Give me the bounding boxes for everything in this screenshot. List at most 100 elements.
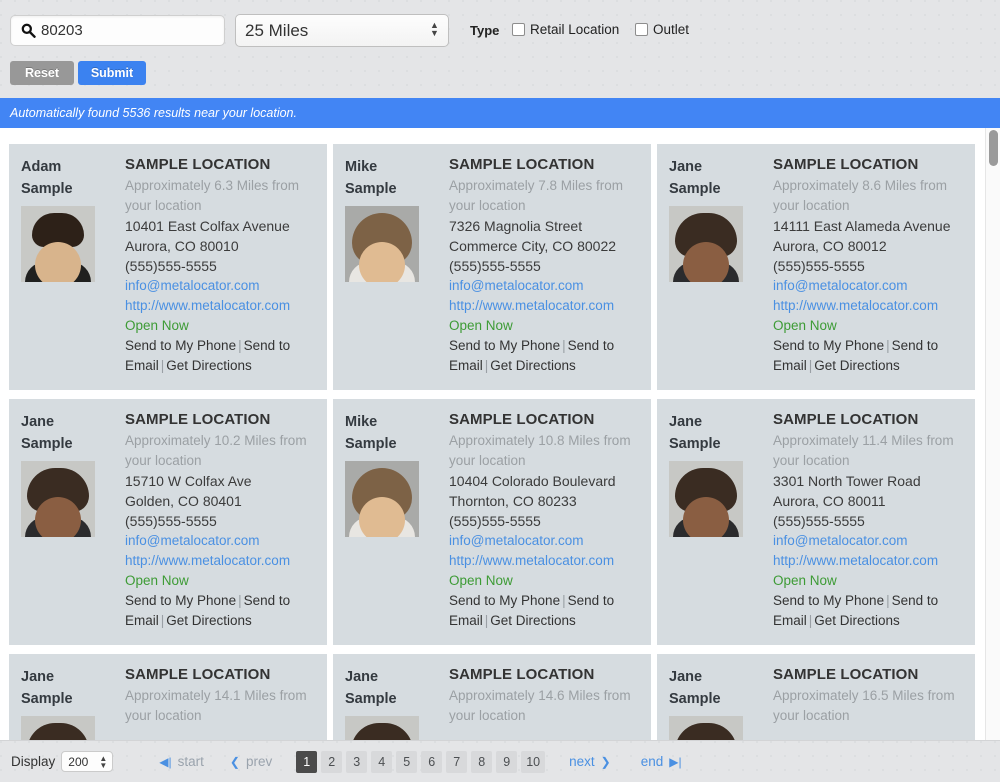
website-link[interactable]: http://www.metalocator.com xyxy=(125,551,317,571)
pagination-page-4[interactable]: 4 xyxy=(371,751,392,773)
result-card[interactable]: JaneSampleSAMPLE LOCATIONApproximately 1… xyxy=(9,399,327,645)
get-directions-link[interactable]: Get Directions xyxy=(814,358,900,373)
result-card[interactable]: JaneSampleSAMPLE LOCATIONApproximately 1… xyxy=(333,654,651,740)
email-link[interactable]: info@metalocator.com xyxy=(773,276,965,296)
avatar xyxy=(21,716,95,740)
address-line-1: 14111 East Alameda Avenue xyxy=(773,216,965,236)
send-to-phone-link[interactable]: Send to My Phone xyxy=(449,338,560,353)
display-count-wrapper[interactable]: 200 ▲▼ xyxy=(55,751,113,772)
result-card[interactable]: MikeSampleSAMPLE LOCATIONApproximately 1… xyxy=(333,399,651,645)
phone-number[interactable]: (555)555-5555 xyxy=(125,256,317,276)
card-actions: Send to My Phone|Send to Email|Get Direc… xyxy=(449,336,641,376)
contact-surname: Sample xyxy=(345,688,443,710)
result-card[interactable]: MikeSampleSAMPLE LOCATIONApproximately 7… xyxy=(333,144,651,390)
send-to-phone-link[interactable]: Send to My Phone xyxy=(773,593,884,608)
submit-button[interactable]: Submit xyxy=(78,61,146,85)
phone-number[interactable]: (555)555-5555 xyxy=(125,511,317,531)
pagination-end-label: end xyxy=(641,754,664,769)
pagination-next-link[interactable]: next ❯ xyxy=(569,754,611,769)
checkbox-box-icon[interactable] xyxy=(512,23,525,36)
card-identity: MikeSample xyxy=(345,411,443,631)
result-card[interactable]: JaneSampleSAMPLE LOCATIONApproximately 1… xyxy=(9,654,327,740)
card-details: SAMPLE LOCATION Approximately 14.1 Miles … xyxy=(119,666,317,726)
address-line-2: Aurora, CO 80011 xyxy=(773,491,965,511)
card-details: SAMPLE LOCATIONApproximately 8.6 Miles f… xyxy=(767,156,965,376)
pagination-page-9[interactable]: 9 xyxy=(496,751,517,773)
email-link[interactable]: info@metalocator.com xyxy=(125,276,317,296)
pagination-page-5[interactable]: 5 xyxy=(396,751,417,773)
avatar xyxy=(345,206,419,282)
pagination-page-1[interactable]: 1 xyxy=(296,751,317,773)
card-actions: Send to My Phone|Send to Email|Get Direc… xyxy=(125,591,317,631)
search-input-wrapper[interactable] xyxy=(10,15,225,46)
pagination-start-link[interactable]: ◀| start xyxy=(159,754,204,769)
result-card[interactable]: JaneSampleSAMPLE LOCATIONApproximately 8… xyxy=(657,144,975,390)
send-to-phone-link[interactable]: Send to My Phone xyxy=(773,338,884,353)
website-link[interactable]: http://www.metalocator.com xyxy=(449,296,641,316)
pagination-page-3[interactable]: 3 xyxy=(346,751,367,773)
email-link[interactable]: info@metalocator.com xyxy=(125,531,317,551)
location-distance: Approximately 16.5 Miles from your locat… xyxy=(773,686,965,726)
location-title: SAMPLE LOCATION xyxy=(125,666,317,683)
checkbox-outlet[interactable]: Outlet xyxy=(635,22,689,37)
results-panel: AdamSampleSAMPLE LOCATIONApproximately 6… xyxy=(0,128,1000,740)
display-count-select[interactable]: 200 xyxy=(61,751,113,772)
radius-select[interactable]: 25 Miles xyxy=(235,14,449,47)
email-link[interactable]: info@metalocator.com xyxy=(773,531,965,551)
pagination-end-link[interactable]: end ▶| xyxy=(641,754,682,769)
results-scrollbar[interactable] xyxy=(985,128,1000,740)
contact-surname: Sample xyxy=(669,433,767,455)
card-actions: Send to My Phone|Send to Email|Get Direc… xyxy=(773,591,965,631)
search-input[interactable] xyxy=(41,22,211,39)
get-directions-link[interactable]: Get Directions xyxy=(166,358,252,373)
open-status: Open Now xyxy=(773,571,965,591)
checkbox-retail-location[interactable]: Retail Location xyxy=(512,22,619,37)
email-link[interactable]: info@metalocator.com xyxy=(449,531,641,551)
card-identity: JaneSample xyxy=(669,156,767,376)
results-count-text: Automatically found 5536 results near yo… xyxy=(10,106,297,120)
pagination-page-10[interactable]: 10 xyxy=(521,751,545,773)
pagination-prev-link[interactable]: ❮ prev xyxy=(230,754,272,769)
get-directions-link[interactable]: Get Directions xyxy=(166,613,252,628)
address-line-1: 3301 North Tower Road xyxy=(773,471,965,491)
get-directions-link[interactable]: Get Directions xyxy=(490,358,576,373)
pagination-page-6[interactable]: 6 xyxy=(421,751,442,773)
pagination-page-8[interactable]: 8 xyxy=(471,751,492,773)
email-link[interactable]: info@metalocator.com xyxy=(449,276,641,296)
website-link[interactable]: http://www.metalocator.com xyxy=(773,551,965,571)
phone-number[interactable]: (555)555-5555 xyxy=(773,511,965,531)
card-details: SAMPLE LOCATIONApproximately 6.3 Miles f… xyxy=(119,156,317,376)
checkbox-box-icon[interactable] xyxy=(635,23,648,36)
open-status: Open Now xyxy=(125,571,317,591)
checkbox-outlet-label: Outlet xyxy=(653,22,689,37)
card-actions: Send to My Phone|Send to Email|Get Direc… xyxy=(449,591,641,631)
contact-surname: Sample xyxy=(669,178,767,200)
send-to-phone-link[interactable]: Send to My Phone xyxy=(125,593,236,608)
website-link[interactable]: http://www.metalocator.com xyxy=(449,551,641,571)
result-card[interactable]: JaneSampleSAMPLE LOCATIONApproximately 1… xyxy=(657,654,975,740)
avatar xyxy=(21,206,95,282)
phone-number[interactable]: (555)555-5555 xyxy=(449,511,641,531)
open-status: Open Now xyxy=(449,571,641,591)
pagination-page-7[interactable]: 7 xyxy=(446,751,467,773)
pagination-page-2[interactable]: 2 xyxy=(321,751,342,773)
card-details: SAMPLE LOCATIONApproximately 10.8 Miles … xyxy=(443,411,641,631)
get-directions-link[interactable]: Get Directions xyxy=(490,613,576,628)
last-page-icon: ▶| xyxy=(669,755,681,769)
address-line-2: Golden, CO 80401 xyxy=(125,491,317,511)
pagination-start-label: start xyxy=(178,754,204,769)
phone-number[interactable]: (555)555-5555 xyxy=(449,256,641,276)
send-to-phone-link[interactable]: Send to My Phone xyxy=(449,593,560,608)
location-distance: Approximately 14.1 Miles from your locat… xyxy=(125,686,317,726)
address-line-1: 10404 Colorado Boulevard xyxy=(449,471,641,491)
reset-button[interactable]: Reset xyxy=(10,61,74,85)
result-card[interactable]: AdamSampleSAMPLE LOCATIONApproximately 6… xyxy=(9,144,327,390)
results-scrollbar-thumb[interactable] xyxy=(989,130,998,166)
result-card[interactable]: JaneSampleSAMPLE LOCATIONApproximately 1… xyxy=(657,399,975,645)
open-status: Open Now xyxy=(125,316,317,336)
send-to-phone-link[interactable]: Send to My Phone xyxy=(125,338,236,353)
get-directions-link[interactable]: Get Directions xyxy=(814,613,900,628)
website-link[interactable]: http://www.metalocator.com xyxy=(773,296,965,316)
phone-number[interactable]: (555)555-5555 xyxy=(773,256,965,276)
website-link[interactable]: http://www.metalocator.com xyxy=(125,296,317,316)
